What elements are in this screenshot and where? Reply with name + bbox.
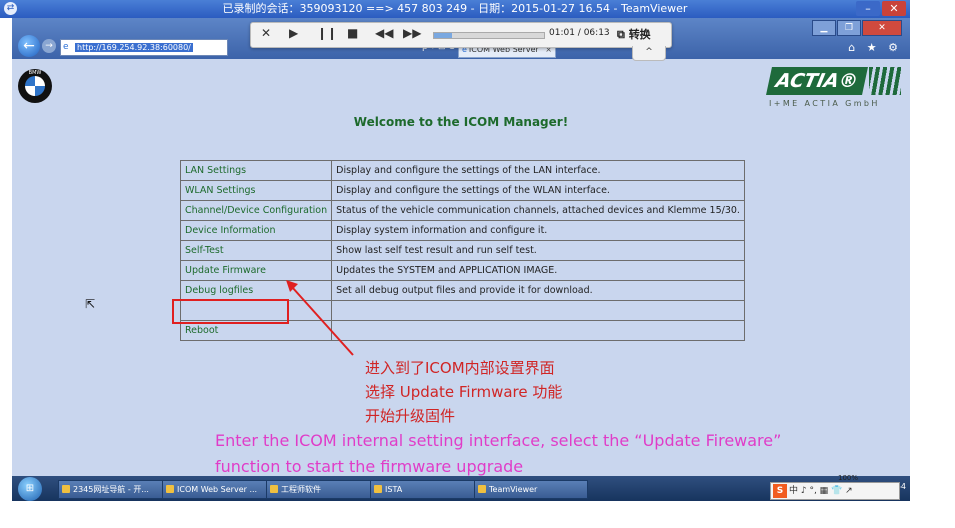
annotation-en-line2: function to start the firmware upgrade [215, 457, 524, 476]
annotation-en-line1: Enter the ICOM internal setting interfac… [215, 431, 782, 450]
